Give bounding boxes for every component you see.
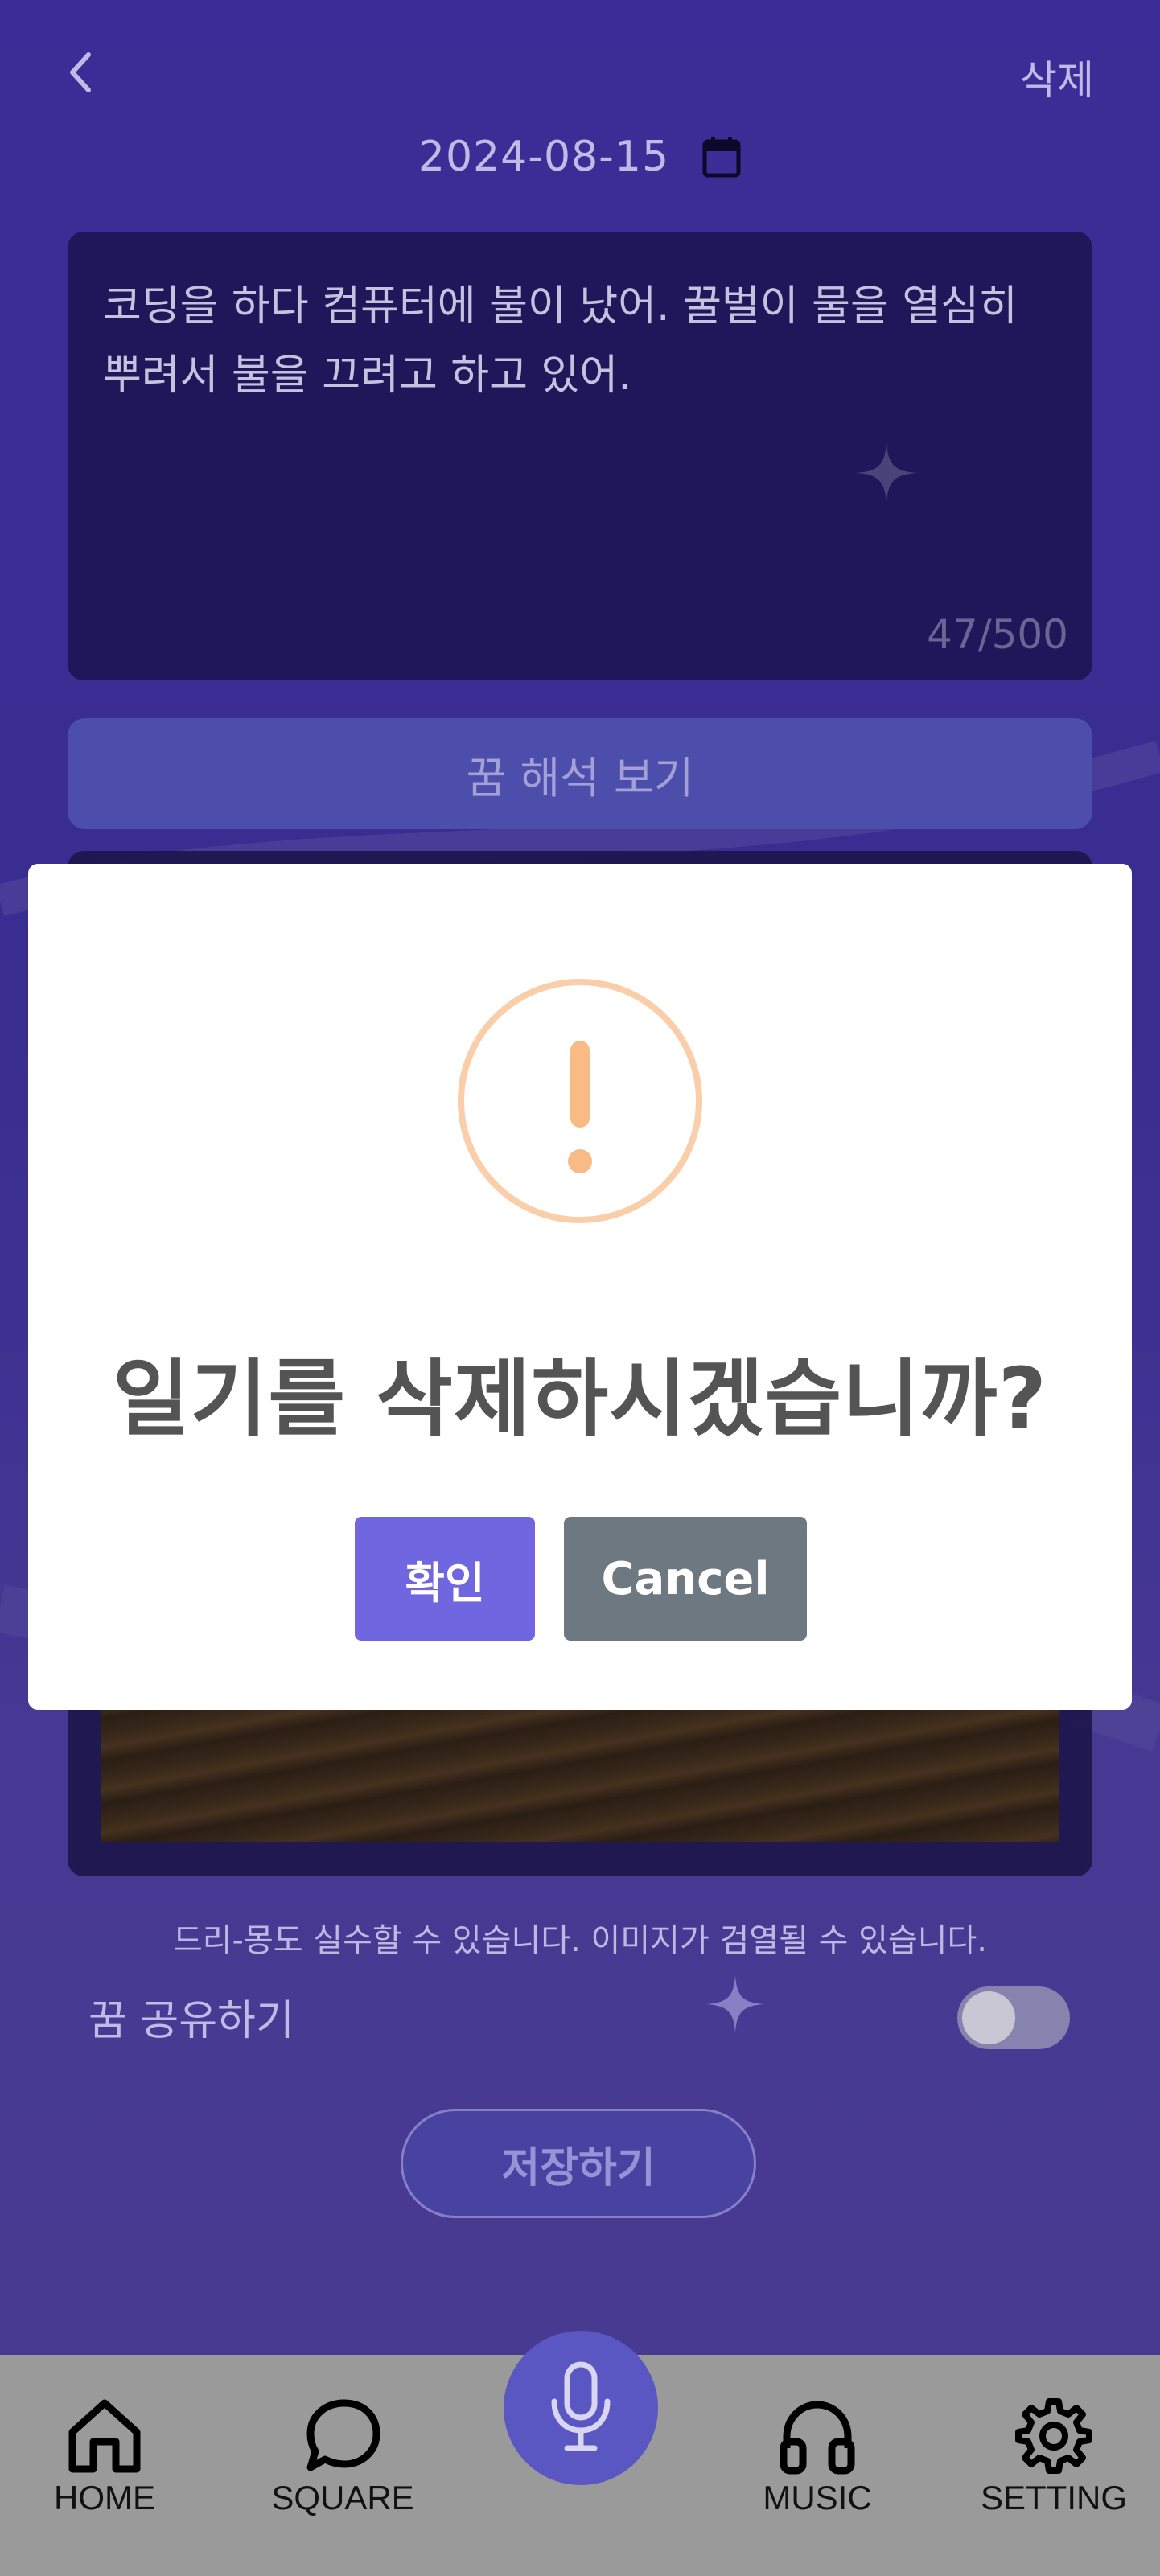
microphone-icon xyxy=(551,2361,611,2451)
gear-icon xyxy=(1015,2398,1092,2474)
nav-item-home[interactable]: HOME xyxy=(24,2395,185,2517)
nav-label: HOME xyxy=(54,2479,155,2516)
nav-label: MUSIC xyxy=(763,2479,872,2516)
cancel-button[interactable]: Cancel xyxy=(564,1517,807,1641)
chat-bubble-icon xyxy=(306,2399,380,2471)
headphones-icon xyxy=(780,2401,855,2475)
confirm-button[interactable]: 확인 xyxy=(355,1517,535,1641)
record-button[interactable] xyxy=(504,2331,658,2485)
warning-icon xyxy=(458,979,702,1223)
home-icon xyxy=(68,2399,141,2473)
nav-item-setting[interactable]: SETTING xyxy=(973,2395,1134,2517)
delete-confirm-dialog: 일기를 삭제하시겠습니까? 확인 Cancel xyxy=(28,864,1132,1710)
nav-label: SETTING xyxy=(980,2479,1127,2516)
nav-item-square[interactable]: SQUARE xyxy=(262,2395,423,2517)
nav-label: SQUARE xyxy=(271,2479,414,2516)
nav-item-music[interactable]: MUSIC xyxy=(737,2395,898,2517)
dialog-title: 일기를 삭제하시겠습니까? xyxy=(112,1350,1048,1448)
diary-detail-screen: 삭제 2024-08-15 코딩을 하다 컴퓨터에 불이 났어. 꿀벌이 물을 … xyxy=(0,0,1160,2576)
